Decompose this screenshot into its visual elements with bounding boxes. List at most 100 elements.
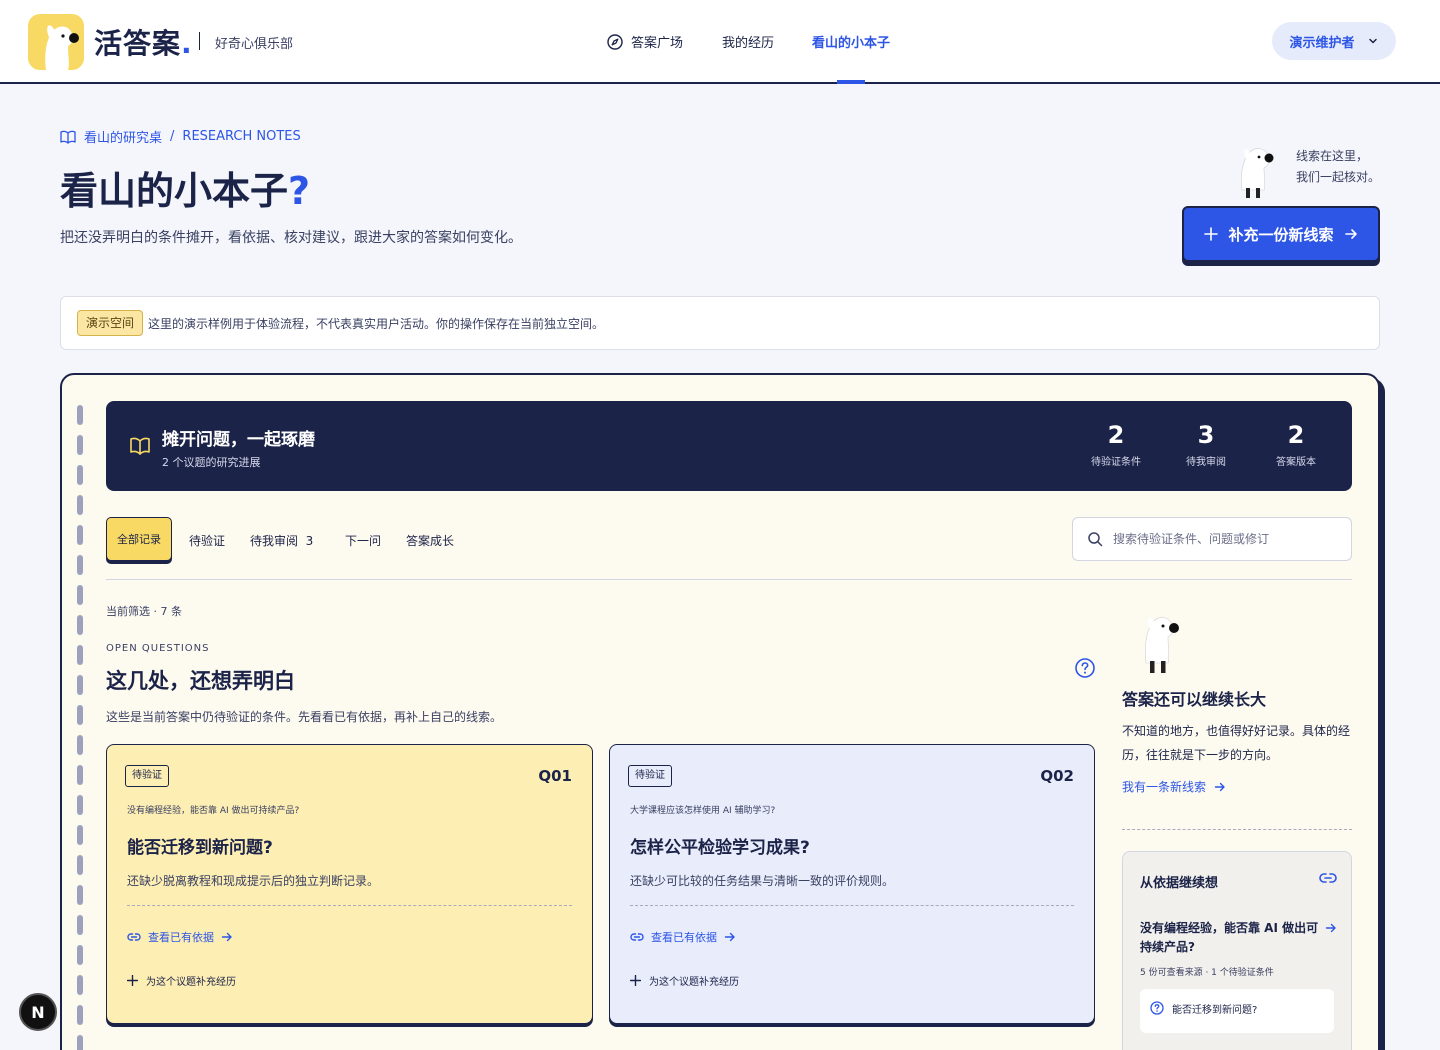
binder-ring <box>77 1005 83 1025</box>
breadcrumb-current: RESEARCH NOTES <box>182 129 301 144</box>
evidence-card: 从依据继续想 没有编程经验，能否靠 AI 做出可持续产品? 5 份可查看来源 ·… <box>1122 851 1352 1050</box>
plus-icon <box>1204 227 1219 241</box>
filter-count: 当前筛选 · 7 条 <box>106 605 182 618</box>
nav-item-answer-square[interactable]: 答案广场 <box>607 32 683 51</box>
add-clue-button[interactable]: 补充一份新线索 <box>1182 206 1380 262</box>
help-circle-icon[interactable] <box>1074 657 1096 679</box>
mascot-speech: 线索在这里， 我们一起核对。 <box>1296 149 1381 184</box>
brand-divider <box>199 32 200 50</box>
user-name: 演示维护者 <box>1289 35 1355 51</box>
tab-divider <box>106 579 1352 580</box>
arrow-right-icon <box>1214 782 1225 791</box>
help-circle-icon <box>1150 1001 1164 1015</box>
mascot-illustration <box>1234 140 1280 200</box>
evidence-card-title: 从依据继续想 <box>1140 876 1219 891</box>
condition-chip[interactable]: 能否迁移到新问题? <box>1140 989 1334 1033</box>
section-title: 这几处，还想弄明白 <box>106 669 295 693</box>
binder-ring <box>77 1035 83 1050</box>
mascot-illustration <box>1136 607 1188 675</box>
plus-icon <box>630 975 641 986</box>
add-experience-button[interactable]: 为这个议题补充经历 <box>127 973 236 988</box>
demo-badge: 演示空间 <box>77 310 144 336</box>
breadcrumb-link[interactable]: 看山的研究桌 <box>84 127 162 146</box>
binder-ring <box>77 945 83 965</box>
stat-pending-review: 3 待我审阅 <box>1186 421 1226 468</box>
binder-ring <box>77 855 83 875</box>
section-description: 这些是当前答案中仍待验证的条件。先看看已有依据，再补上自己的线索。 <box>106 710 503 724</box>
page-description: 把还没弄明白的条件摊开，看依据、核对建议，跟进大家的答案如何变化。 <box>60 230 522 246</box>
arrow-right-icon <box>1344 229 1357 239</box>
breadcrumb: 看山的研究桌 / RESEARCH NOTES <box>60 127 301 146</box>
binder-ring <box>77 495 83 515</box>
link-icon <box>1319 873 1337 883</box>
binder-ring <box>77 585 83 605</box>
question-card[interactable]: 待验证 Q01 没有编程经验，能否靠 AI 做出可持续产品? 能否迁移到新问题?… <box>106 744 593 1024</box>
book-icon <box>60 130 76 144</box>
search-input[interactable] <box>1113 532 1333 546</box>
question-title: 能否迁移到新问题? <box>127 838 273 858</box>
side-title: 答案还可以继续长大 <box>1122 690 1267 709</box>
status-badge: 待验证 <box>628 765 672 787</box>
stat-pending-conditions: 2 待验证条件 <box>1091 421 1141 468</box>
add-experience-button[interactable]: 为这个议题补充经历 <box>630 973 739 988</box>
nav-item-my-experience[interactable]: 我的经历 <box>722 32 774 51</box>
logo-mascot-icon[interactable] <box>28 14 84 70</box>
tab-all-records[interactable]: 全部记录 <box>106 517 172 561</box>
binder-ring <box>77 825 83 845</box>
binder-ring <box>77 555 83 575</box>
plus-icon <box>127 975 138 986</box>
compass-icon <box>607 33 623 50</box>
status-badge: 待验证 <box>125 765 169 787</box>
side-divider <box>1122 829 1352 830</box>
binder-ring <box>77 735 83 755</box>
question-card[interactable]: 待验证 Q02 大学课程应该怎样使用 AI 辅助学习? 怎样公平检验学习成果? … <box>609 744 1095 1024</box>
binder-ring <box>77 615 83 635</box>
question-id: Q02 <box>1040 767 1074 785</box>
binder-ring <box>77 405 83 425</box>
card-divider <box>127 905 572 906</box>
demo-notice: 演示空间 这里的演示样例用于体验流程，不代表真实用户活动。你的操作保存在当前独立… <box>60 296 1380 350</box>
binder-ring <box>77 885 83 905</box>
active-nav-indicator <box>837 80 865 84</box>
search-icon <box>1088 532 1103 547</box>
demo-notice-text: 这里的演示样例用于体验流程，不代表真实用户活动。你的操作保存在当前独立空间。 <box>148 317 605 331</box>
arrow-right-icon <box>724 932 735 942</box>
new-clue-link[interactable]: 我有一条新线索 <box>1122 778 1226 795</box>
binder-ring <box>77 435 83 455</box>
arrow-right-icon[interactable] <box>1325 922 1337 934</box>
banner-title: 摊开问题，一起琢磨 <box>162 430 315 450</box>
view-evidence-link[interactable]: 查看已有依据 <box>127 929 233 945</box>
binder-ring <box>77 975 83 995</box>
brand-name[interactable]: 活答案. <box>94 22 193 62</box>
tab-pending[interactable]: 待验证 <box>189 532 225 549</box>
dev-tools-button[interactable]: N <box>19 993 57 1031</box>
binder-ring <box>77 465 83 485</box>
brand-subtitle: 好奇心俱乐部 <box>215 37 294 52</box>
chevron-down-icon <box>1368 38 1377 44</box>
search-box[interactable] <box>1072 517 1352 561</box>
notebook-panel: 摊开问题，一起琢磨 2 个议题的研究进展 2 待验证条件 3 待我审阅 2 答案… <box>60 373 1380 1050</box>
binder-ring <box>77 525 83 545</box>
tab-next-question[interactable]: 下一问 <box>345 532 381 549</box>
arrow-right-icon <box>221 932 232 942</box>
nav-item-notebook[interactable]: 看山的小本子 <box>812 32 890 51</box>
stat-answer-versions: 2 答案版本 <box>1276 421 1316 468</box>
binder-ring <box>77 915 83 935</box>
side-description: 不知道的地方，也值得好好记录。具体的经历，往往就是下一步的方向。 <box>1122 724 1351 762</box>
card-divider <box>630 905 1074 906</box>
view-evidence-link[interactable]: 查看已有依据 <box>630 929 736 945</box>
question-context: 大学课程应该怎样使用 AI 辅助学习? <box>630 806 776 816</box>
question-description: 还缺少脱离教程和现成提示后的独立判断记录。 <box>127 874 380 888</box>
binder-ring <box>77 765 83 785</box>
tab-answer-growth[interactable]: 答案成长 <box>406 532 454 549</box>
question-context: 没有编程经验，能否靠 AI 做出可持续产品? <box>127 806 300 816</box>
page-title: 看山的小本子? <box>60 169 311 213</box>
binder-ring <box>77 795 83 815</box>
user-menu-button[interactable]: 演示维护者 <box>1272 22 1396 60</box>
tab-review[interactable]: 待我审阅 3 <box>250 532 313 549</box>
evidence-question-link[interactable]: 没有编程经验，能否靠 AI 做出可持续产品? <box>1140 919 1320 957</box>
link-icon <box>127 933 141 941</box>
binder-ring <box>77 705 83 725</box>
review-count-badge: 3 <box>305 534 314 548</box>
progress-banner: 摊开问题，一起琢磨 2 个议题的研究进展 2 待验证条件 3 待我审阅 2 答案… <box>106 401 1352 491</box>
